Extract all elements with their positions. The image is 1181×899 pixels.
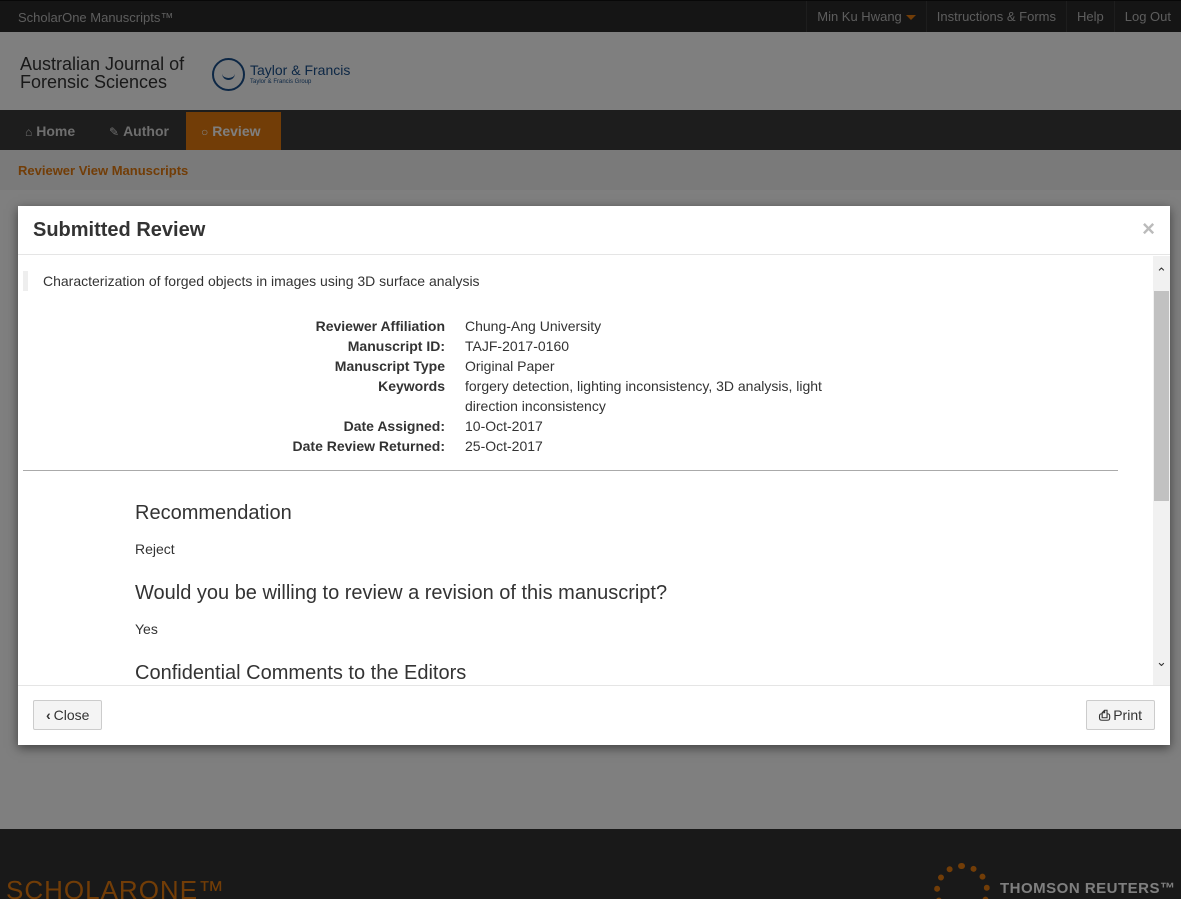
- chevron-up-icon[interactable]: ⌃: [1153, 266, 1170, 280]
- detail-label: Date Review Returned:: [292, 438, 445, 454]
- detail-value: TAJF-2017-0160: [465, 338, 570, 354]
- print-button[interactable]: ⎙ Print: [1086, 700, 1155, 730]
- detail-label: Reviewer Affiliation: [315, 318, 445, 334]
- chevron-left-icon: ‹: [46, 707, 51, 723]
- close-button-label: Close: [53, 707, 90, 723]
- manuscript-title: Characterization of forged objects in im…: [23, 271, 480, 291]
- chevron-down-icon[interactable]: ⌄: [1153, 655, 1170, 669]
- dialog-footer: ‹ Close ⎙ Print: [18, 685, 1170, 745]
- detail-value: 25-Oct-2017: [465, 438, 543, 454]
- scrollbar-thumb[interactable]: [1154, 291, 1169, 501]
- section-heading: Would you be willing to review a revisio…: [135, 582, 668, 604]
- dialog-header: Submitted Review ×: [18, 206, 1170, 255]
- detail-label: Manuscript Type: [334, 358, 445, 374]
- section-heading: Recommendation: [135, 502, 292, 524]
- detail-label: Date Assigned:: [343, 418, 445, 434]
- vertical-scrollbar[interactable]: ⌃ ⌄: [1153, 256, 1170, 686]
- detail-value: Original Paper: [465, 358, 555, 374]
- divider: [23, 470, 1118, 471]
- detail-value: Chung-Ang University: [465, 318, 602, 334]
- detail-value: forgery detection, lighting inconsistenc…: [465, 378, 822, 414]
- dialog-title: Submitted Review: [33, 219, 206, 241]
- print-button-label: Print: [1113, 707, 1142, 723]
- section-value: Reject: [135, 541, 175, 557]
- section-value: Yes: [135, 621, 158, 637]
- detail-label: Manuscript ID:: [347, 338, 445, 354]
- close-button[interactable]: ‹ Close: [33, 700, 103, 730]
- submitted-review-dialog: Submitted Review × Characterization of f…: [18, 206, 1170, 745]
- dialog-body: Characterization of forged objects in im…: [18, 256, 1170, 686]
- detail-value: 10-Oct-2017: [465, 418, 543, 434]
- detail-label: Keywords: [378, 378, 445, 394]
- section-heading: Confidential Comments to the Editors: [135, 662, 467, 684]
- printer-icon: ⎙: [1099, 707, 1111, 723]
- close-icon[interactable]: ×: [1142, 218, 1155, 240]
